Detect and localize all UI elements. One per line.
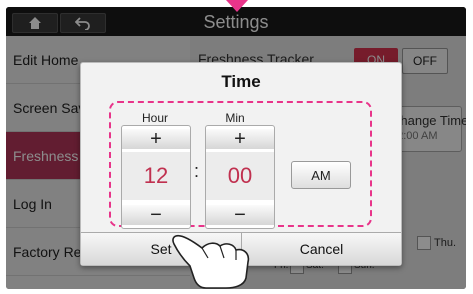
hour-label: Hour	[141, 111, 168, 125]
device-frame: Settings Edit Home Screen Saver Freshnes…	[0, 0, 473, 294]
cancel-button[interactable]: Cancel	[242, 232, 401, 265]
min-value: 00	[206, 152, 274, 200]
min-spinner: + 00 −	[205, 125, 275, 229]
hour-value: 12	[122, 152, 190, 200]
min-label: Min	[225, 111, 245, 125]
dialog-title: Time	[221, 72, 261, 91]
am-pm-toggle[interactable]: AM	[291, 161, 351, 189]
time-separator: :	[194, 161, 200, 181]
screen: Settings Edit Home Screen Saver Freshnes…	[6, 7, 466, 289]
min-increment-button[interactable]: +	[206, 128, 274, 150]
hour-increment-button[interactable]: +	[122, 128, 190, 150]
pointing-hand-icon	[172, 234, 250, 289]
hour-spinner: + 12 −	[121, 125, 191, 229]
hour-decrement-button[interactable]: −	[122, 204, 190, 226]
top-pointer-indicator	[226, 0, 248, 12]
min-decrement-button[interactable]: −	[206, 204, 274, 226]
